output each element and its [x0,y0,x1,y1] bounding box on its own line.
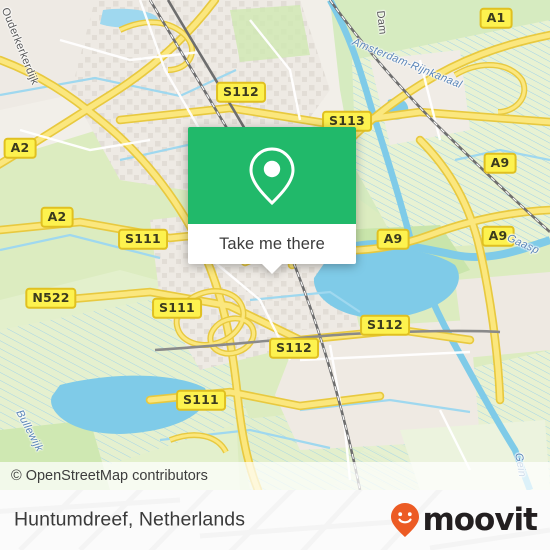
popup-tail [261,263,283,274]
take-me-there-label: Take me there [219,234,325,253]
popup-pin-area [188,127,356,224]
moovit-wordmark: moovit [422,501,538,538]
take-me-there-button[interactable]: Take me there [188,224,356,264]
street-label: Dam [374,10,389,36]
water-label: Amsterdam-Rijnkanaal [350,36,464,92]
water-label: Gaasp [505,232,541,257]
moovit-logo[interactable]: moovit [390,501,538,538]
water-label: Bullewijk [13,408,46,454]
map-pin-icon [249,146,295,205]
footer-bar: Huntumdreef, Netherlands moovit [0,490,550,550]
attribution-bar: © OpenStreetMap contributors [0,462,550,490]
osm-attribution-text[interactable]: © OpenStreetMap contributors [0,468,208,484]
moovit-pin-smiley-icon [391,503,420,537]
street-label: Ouderkerkerdijk [0,6,41,87]
location-popup-card[interactable]: Take me there [188,127,356,274]
page-title: Huntumdreef, Netherlands [14,508,246,531]
map-canvas[interactable]: A2 A2 A1 A9 A9 A9 S112 S113 S111 S111 S111 N522 S112… [0,0,550,490]
screenshot-root: A2 A2 A1 A9 A9 A9 S112 S113 S111 S111 S111 N522 S112… [0,0,550,550]
